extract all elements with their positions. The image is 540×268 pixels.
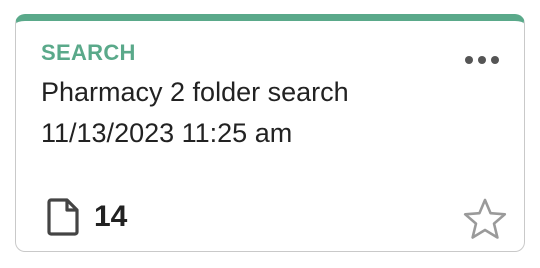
document-icon — [47, 198, 79, 236]
more-dot-icon — [491, 56, 499, 64]
more-options-button[interactable] — [462, 48, 502, 72]
search-card[interactable]: SEARCH Pharmacy 2 folder search 11/13/20… — [15, 14, 525, 252]
document-count: 14 — [46, 197, 127, 237]
card-timestamp: 11/13/2023 11:25 am — [41, 118, 293, 148]
more-dot-icon — [465, 56, 473, 64]
card-type-label: SEARCH — [41, 40, 136, 65]
more-dot-icon — [478, 56, 486, 64]
star-icon[interactable] — [462, 197, 508, 241]
document-count-value: 14 — [94, 200, 128, 233]
card-title[interactable]: Pharmacy 2 folder search — [41, 75, 349, 109]
